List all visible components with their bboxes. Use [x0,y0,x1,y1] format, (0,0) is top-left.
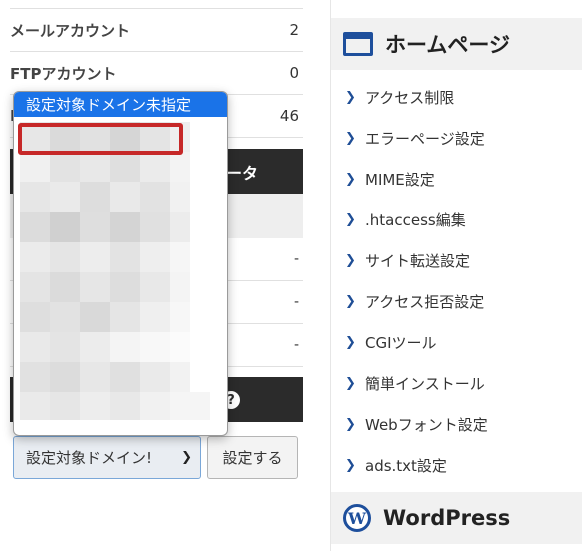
menu-item-webfont[interactable]: ❯ Webフォント設定 [331,404,582,444]
menu-item-easy-install[interactable]: ❯ 簡単インストール [331,363,582,403]
homepage-header: ホームページ [331,18,582,70]
stat-label: メールアカウント [10,21,131,40]
menu-item-ads-txt[interactable]: ❯ ads.txt設定 [331,445,582,485]
selection-highlight [18,123,183,155]
menu-item-access-deny[interactable]: ❯ アクセス拒否設定 [331,281,582,321]
stat-value: 46 [279,107,299,125]
menu-item-label: MIME設定 [365,170,435,189]
settings-menu: ホームページ ❯ アクセス制限 ❯ エラーページ設定 ❯ MIME設定 ❯ .h… [330,0,582,551]
menu-item-label: 簡単インストール [365,374,485,393]
chevron-right-icon: ❯ [345,457,356,473]
blurred-domain-list[interactable] [20,122,220,422]
menu-item-label: .htaccess編集 [365,210,466,229]
menu-item-label: ads.txt設定 [365,456,447,475]
cell-value: - [293,251,299,267]
chevron-right-icon: ❯ [345,252,356,268]
stat-row-ftp: FTPアカウント 0 [10,52,303,95]
cell-value: - [293,337,299,353]
section-header-label: ータ [226,163,259,183]
chevron-right-icon: ❯ [345,375,356,391]
domain-dropdown[interactable]: 設定対象ドメイン未指定 [13,91,228,436]
chevron-right-icon: ❯ [345,89,356,105]
chevron-right-icon: ❯ [345,130,356,146]
stat-value: 2 [289,21,299,39]
stat-row-mail: メールアカウント 2 [10,9,303,52]
menu-item-error-page[interactable]: ❯ エラーページ設定 [331,118,582,158]
menu-item-label: エラーページ設定 [365,129,485,148]
menu-item-site-redirect[interactable]: ❯ サイト転送設定 [331,240,582,280]
menu-item-cgi[interactable]: ❯ CGIツール [331,322,582,362]
wordpress-icon: W [343,504,371,532]
chevron-right-icon: ❯ [345,293,356,309]
chevron-down-icon: ❯ [181,450,192,465]
homepage-title: ホームページ [385,33,510,57]
domain-select-value: 設定対象ドメイン! [26,449,153,467]
menu-item-access-restriction[interactable]: ❯ アクセス制限 [331,77,582,117]
wordpress-title: WordPress [383,506,511,530]
menu-item-label: サイト転送設定 [365,251,471,270]
dropdown-option-unspecified[interactable]: 設定対象ドメイン未指定 [14,92,227,117]
menu-item-label: CGIツール [365,333,437,352]
menu-item-label: Webフォント設定 [365,415,488,434]
cell-value: - [293,294,299,310]
stat-label: FTPアカウント [10,64,117,83]
menu-item-label: アクセス拒否設定 [365,292,485,311]
chevron-right-icon: ❯ [345,334,356,350]
menu-item-mime[interactable]: ❯ MIME設定 [331,159,582,199]
domain-select[interactable]: 設定対象ドメイン! ❯ [13,436,201,479]
chevron-right-icon: ❯ [345,171,356,187]
chevron-right-icon: ❯ [345,211,356,227]
menu-item-htaccess[interactable]: ❯ .htaccess編集 [331,199,582,239]
set-button[interactable]: 設定する [207,436,298,479]
stat-value: 0 [289,64,299,82]
browser-window-icon [343,32,373,56]
menu-item-label: アクセス制限 [365,88,455,107]
wordpress-header: W WordPress [331,492,582,544]
chevron-right-icon: ❯ [345,416,356,432]
